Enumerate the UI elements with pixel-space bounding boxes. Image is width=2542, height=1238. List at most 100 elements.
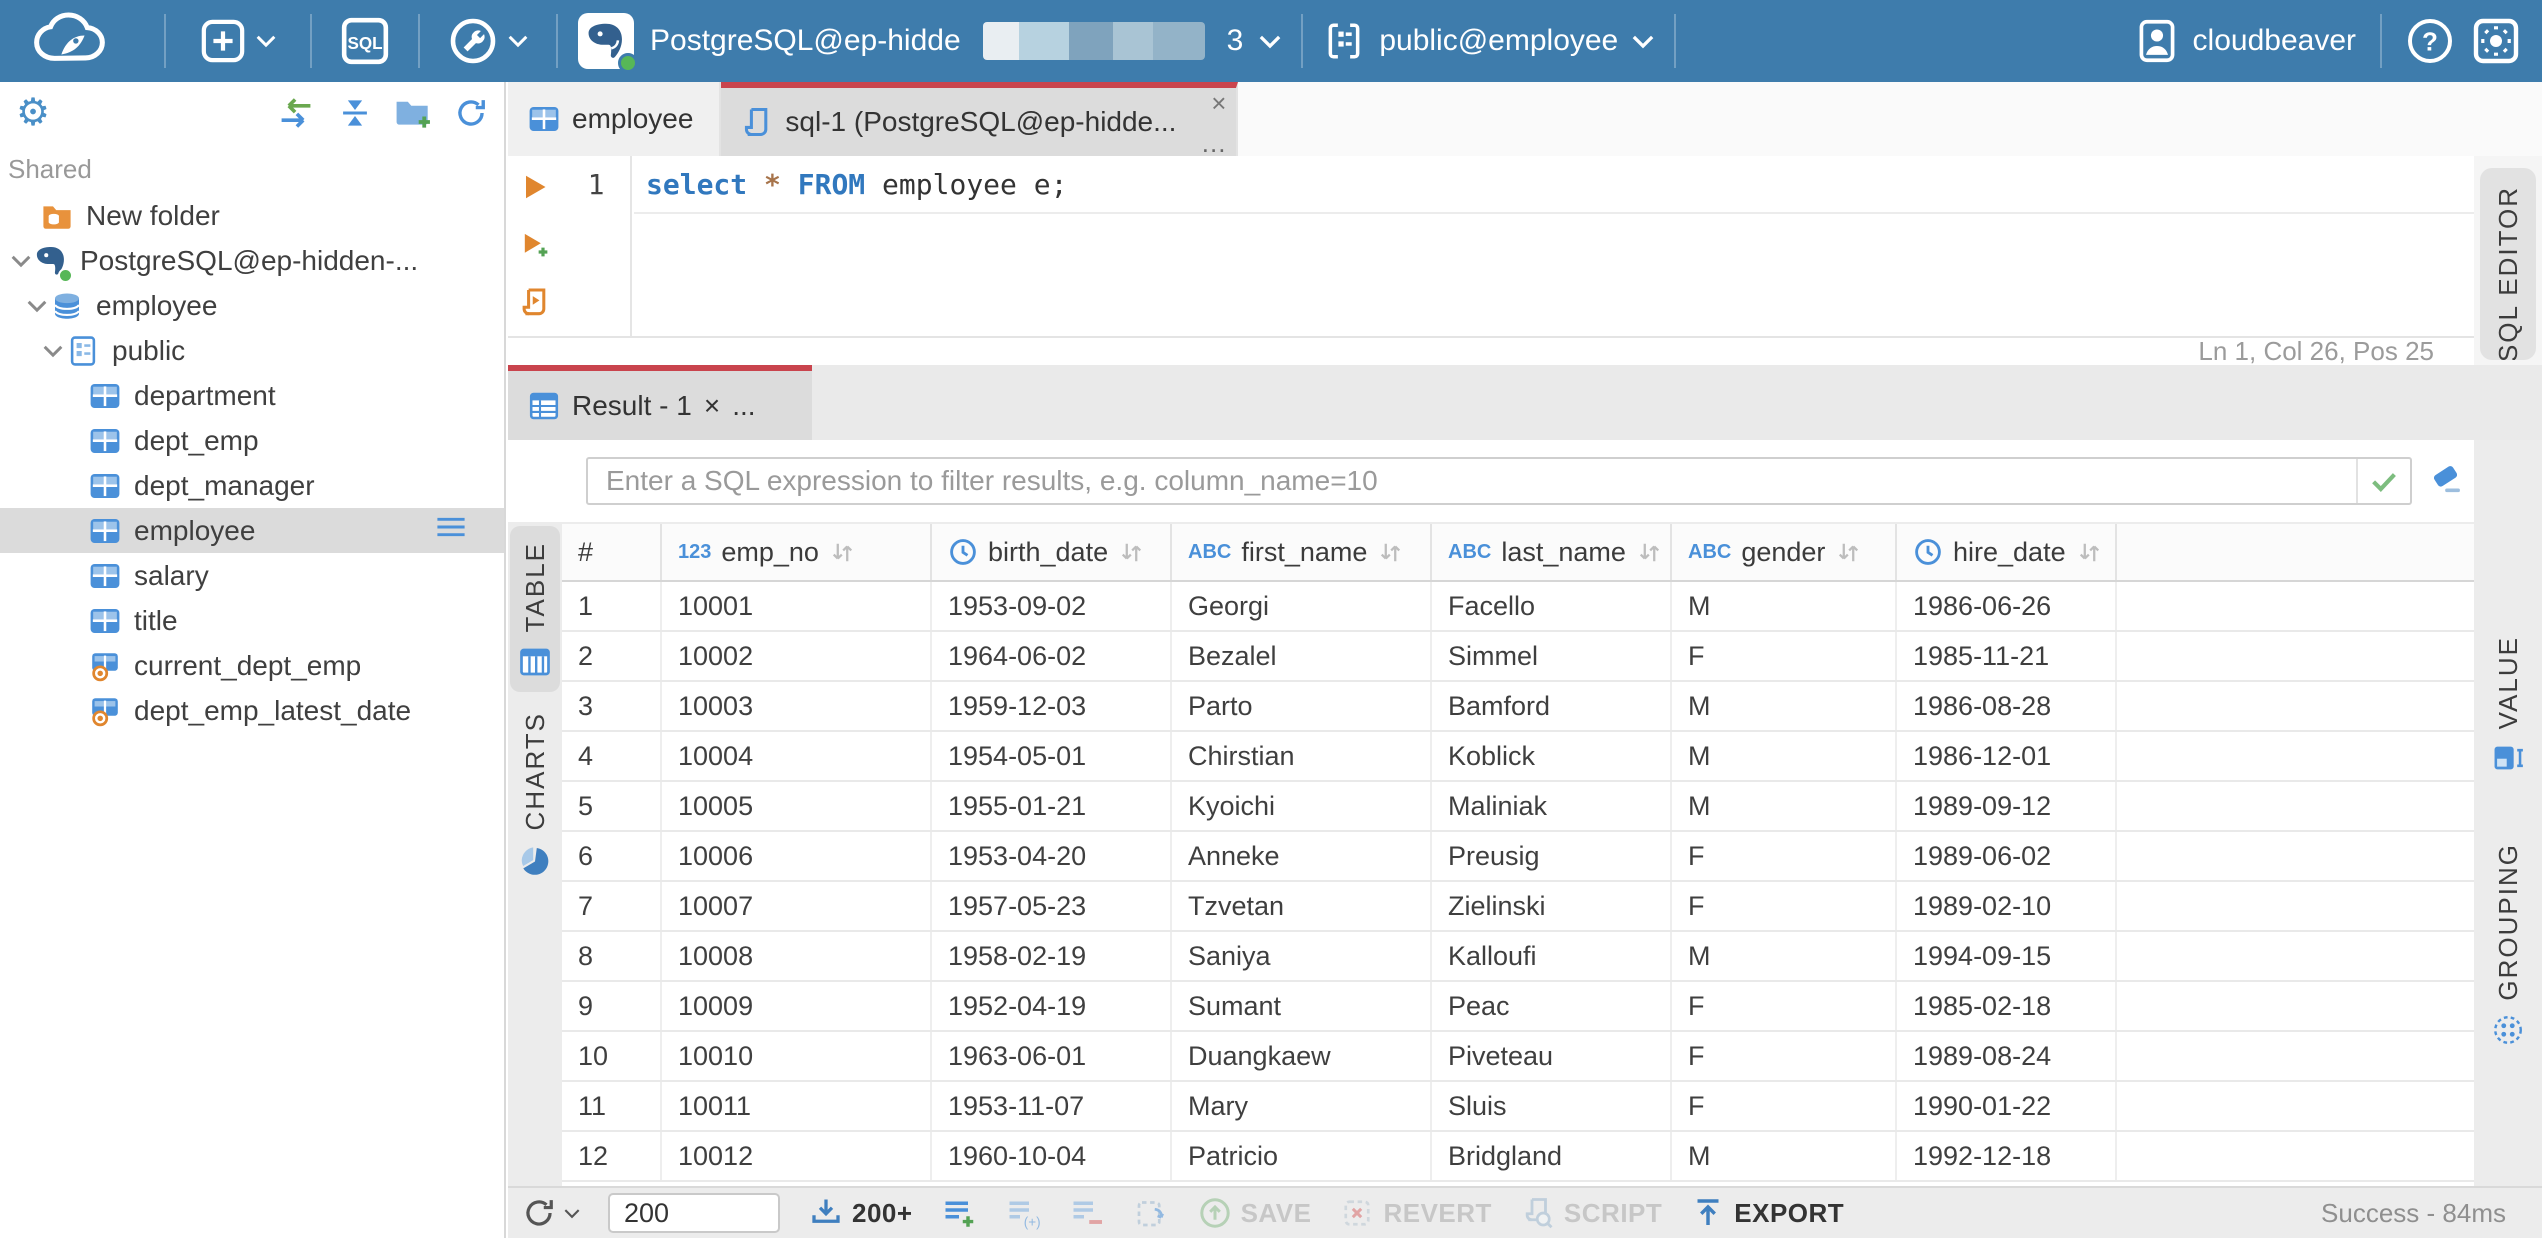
table-row[interactable]: 7 10007 1957-05-23 Tzvetan Zielinski F 1… <box>562 882 2474 932</box>
cell-gender[interactable]: F <box>1672 1032 1897 1080</box>
cell-first-name[interactable]: Georgi <box>1172 582 1432 630</box>
schema-selector[interactable]: public@employee <box>1323 20 1654 62</box>
cell-emp-no[interactable]: 10004 <box>662 732 932 780</box>
cell-birth-date[interactable]: 1960-10-04 <box>932 1132 1172 1180</box>
cell-birth-date[interactable]: 1957-05-23 <box>932 882 1172 930</box>
cell-row-number[interactable]: 5 <box>562 782 662 830</box>
cell-hire-date[interactable]: 1989-08-24 <box>1897 1032 2117 1080</box>
delete-row-button[interactable] <box>1069 1195 1105 1231</box>
code-area[interactable]: select * FROM employee e; <box>634 156 2474 336</box>
cell-row-number[interactable]: 11 <box>562 1082 662 1130</box>
cell-first-name[interactable]: Kyoichi <box>1172 782 1432 830</box>
filter-input[interactable] <box>588 465 2356 497</box>
tree-settings-icon[interactable]: ⚙ <box>16 94 50 132</box>
column-header-birth-date[interactable]: birth_date <box>932 524 1172 580</box>
cell-emp-no[interactable]: 10005 <box>662 782 932 830</box>
cell-hire-date[interactable]: 1989-06-02 <box>1897 832 2117 880</box>
sort-icon[interactable] <box>1835 539 1862 566</box>
cloudbeaver-logo[interactable] <box>0 10 144 73</box>
column-header-gender[interactable]: ABC gender <box>1672 524 1897 580</box>
tab-result-1[interactable]: Result - 1 × ... <box>508 365 812 440</box>
tree-item-table-dept-manager[interactable]: dept_manager <box>0 463 504 508</box>
cell-row-number[interactable]: 6 <box>562 832 662 880</box>
export-button[interactable]: EXPORT <box>1690 1195 1844 1231</box>
cell-row-number[interactable]: 12 <box>562 1132 662 1180</box>
cell-first-name[interactable]: Duangkaew <box>1172 1032 1432 1080</box>
cell-first-name[interactable]: Chirstian <box>1172 732 1432 780</box>
cell-emp-no[interactable]: 10002 <box>662 632 932 680</box>
cell-gender[interactable]: F <box>1672 982 1897 1030</box>
cell-gender[interactable]: F <box>1672 882 1897 930</box>
add-row-button[interactable] <box>941 1195 977 1231</box>
column-header-first-name[interactable]: ABC first_name <box>1172 524 1432 580</box>
cell-first-name[interactable]: Parto <box>1172 682 1432 730</box>
table-row[interactable]: 12 10012 1960-10-04 Patricio Bridgland M… <box>562 1132 2474 1182</box>
tab-grouping-panel[interactable]: GROUPING <box>2476 827 2540 1059</box>
close-tab-icon[interactable]: × <box>704 390 720 422</box>
cell-gender[interactable]: M <box>1672 682 1897 730</box>
cell-emp-no[interactable]: 10009 <box>662 982 932 1030</box>
cell-row-number[interactable]: 10 <box>562 1032 662 1080</box>
cell-row-number[interactable]: 8 <box>562 932 662 980</box>
sort-icon[interactable] <box>1636 539 1663 566</box>
tab-value-panel[interactable]: VALUE <box>2476 620 2540 787</box>
cell-hire-date[interactable]: 1989-09-12 <box>1897 782 2117 830</box>
driver-tools-button[interactable] <box>440 16 536 66</box>
cell-last-name[interactable]: Facello <box>1432 582 1672 630</box>
cell-last-name[interactable]: Bamford <box>1432 682 1672 730</box>
fetch-more-button[interactable]: 200+ <box>808 1195 913 1231</box>
tree-item-schema-public[interactable]: public <box>0 328 504 373</box>
column-header-emp-no[interactable]: 123 emp_no <box>662 524 932 580</box>
sync-connection-icon[interactable] <box>276 95 316 131</box>
cell-hire-date[interactable]: 1985-11-21 <box>1897 632 2117 680</box>
cell-emp-no[interactable]: 10007 <box>662 882 932 930</box>
user-menu[interactable]: cloudbeaver <box>2135 17 2356 65</box>
collapse-all-icon[interactable] <box>338 96 372 130</box>
new-sql-editor-button[interactable]: SQL <box>332 16 398 66</box>
duplicate-row-button[interactable]: (+) <box>1005 1195 1041 1231</box>
cell-row-number[interactable]: 4 <box>562 732 662 780</box>
cell-gender[interactable]: M <box>1672 1132 1897 1180</box>
cell-gender[interactable]: F <box>1672 632 1897 680</box>
edit-value-button[interactable] <box>1133 1195 1169 1231</box>
cell-last-name[interactable]: Maliniak <box>1432 782 1672 830</box>
column-header-last-name[interactable]: ABC last_name <box>1432 524 1672 580</box>
cell-birth-date[interactable]: 1953-04-20 <box>932 832 1172 880</box>
tree-item-postgresql-connection[interactable]: PostgreSQL@ep-hidden-... <box>0 238 504 283</box>
cell-first-name[interactable]: Mary <box>1172 1082 1432 1130</box>
cell-first-name[interactable]: Sumant <box>1172 982 1432 1030</box>
tree-item-table-employee-selected[interactable]: employee <box>0 508 504 553</box>
cell-first-name[interactable]: Saniya <box>1172 932 1432 980</box>
tab-employee[interactable]: employee <box>508 82 722 156</box>
execute-in-new-tab-icon[interactable] <box>519 228 551 260</box>
tree-item-table-dept-emp[interactable]: dept_emp <box>0 418 504 463</box>
sort-icon[interactable] <box>829 539 856 566</box>
table-row[interactable]: 11 10011 1953-11-07 Mary Sluis F 1990-01… <box>562 1082 2474 1132</box>
cell-hire-date[interactable]: 1992-12-18 <box>1897 1132 2117 1180</box>
save-button[interactable]: SAVE <box>1197 1195 1312 1231</box>
add-folder-icon[interactable] <box>394 95 432 131</box>
cell-hire-date[interactable]: 1994-09-15 <box>1897 932 2117 980</box>
cell-first-name[interactable]: Patricio <box>1172 1132 1432 1180</box>
cell-emp-no[interactable]: 10010 <box>662 1032 932 1080</box>
tree-item-view-dept-emp-latest-date[interactable]: dept_emp_latest_date <box>0 688 504 733</box>
table-row[interactable]: 10 10010 1963-06-01 Duangkaew Piveteau F… <box>562 1032 2474 1082</box>
sort-icon[interactable] <box>2076 539 2103 566</box>
cell-last-name[interactable]: Sluis <box>1432 1082 1672 1130</box>
cell-first-name[interactable]: Tzvetan <box>1172 882 1432 930</box>
cell-birth-date[interactable]: 1958-02-19 <box>932 932 1172 980</box>
chevron-expanded-icon[interactable] <box>8 254 34 268</box>
cell-last-name[interactable]: Kalloufi <box>1432 932 1672 980</box>
cell-birth-date[interactable]: 1952-04-19 <box>932 982 1172 1030</box>
cell-last-name[interactable]: Koblick <box>1432 732 1672 780</box>
cell-first-name[interactable]: Anneke <box>1172 832 1432 880</box>
cell-gender[interactable]: F <box>1672 832 1897 880</box>
tab-menu-icon[interactable]: ... <box>732 390 755 422</box>
tree-item-database-employee[interactable]: employee <box>0 283 504 328</box>
cell-last-name[interactable]: Bridgland <box>1432 1132 1672 1180</box>
row-limit-input[interactable] <box>608 1193 780 1233</box>
chevron-expanded-icon[interactable] <box>40 344 66 358</box>
clear-filter-button[interactable] <box>2428 462 2464 501</box>
sort-icon[interactable] <box>1118 539 1145 566</box>
cell-emp-no[interactable]: 10011 <box>662 1082 932 1130</box>
